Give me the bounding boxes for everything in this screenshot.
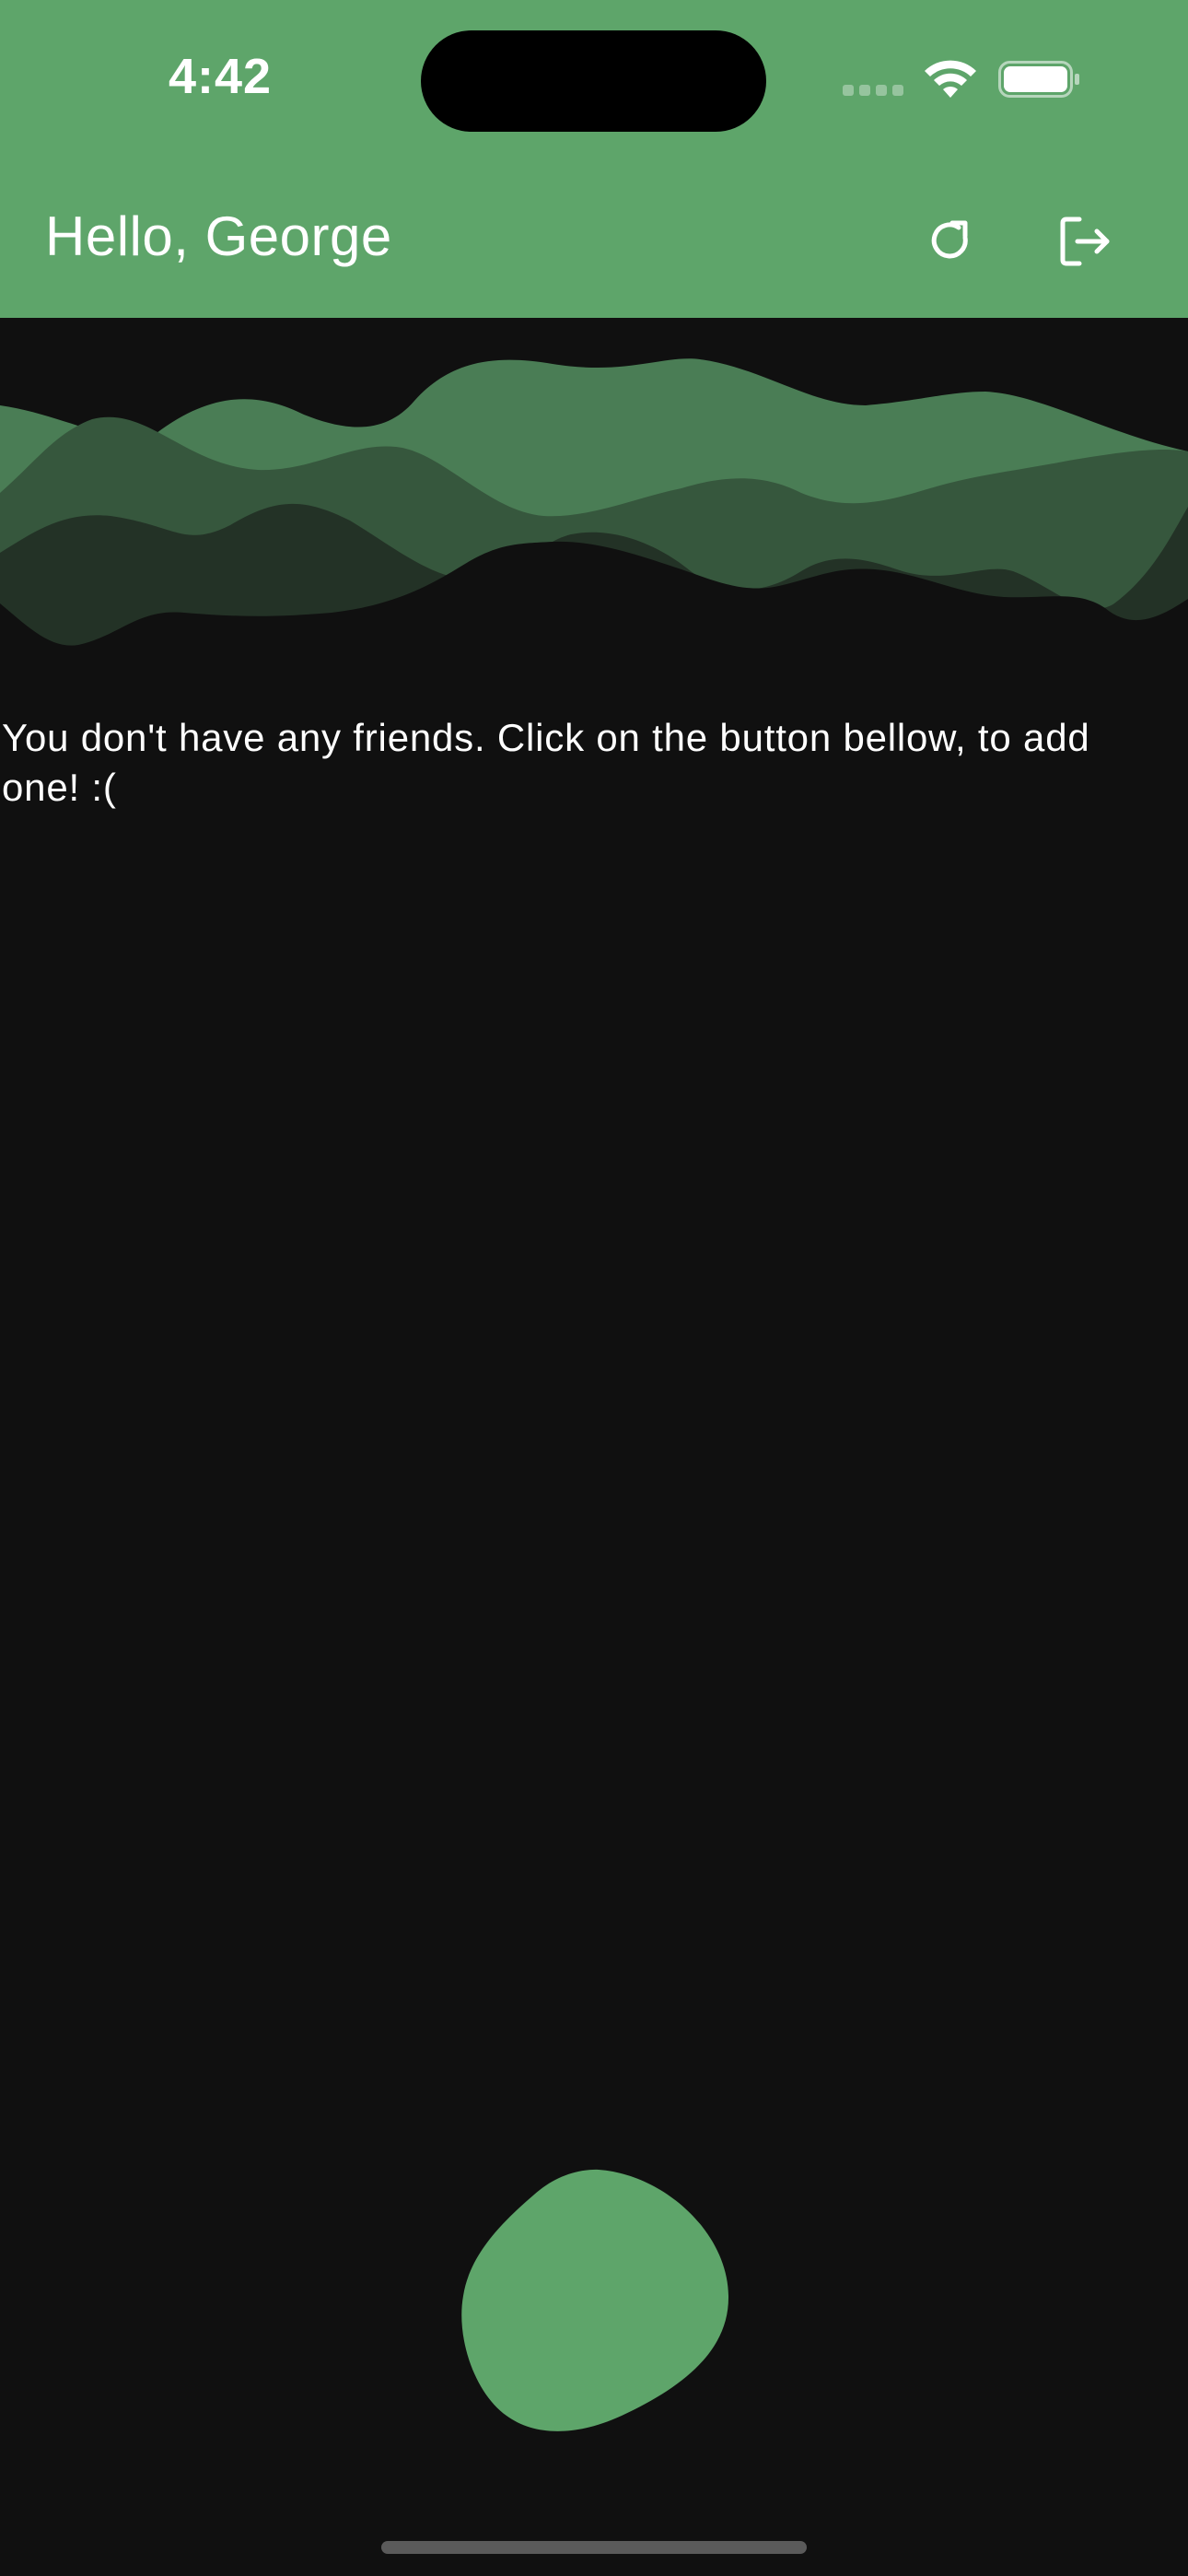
home-indicator[interactable] <box>381 2541 807 2554</box>
battery-icon <box>998 61 1079 98</box>
empty-friends-message: You don't have any friends. Click on the… <box>2 716 1090 809</box>
greeting-title: Hello, George <box>45 205 392 267</box>
refresh-icon <box>931 220 968 259</box>
cellular-signal-icon <box>843 85 907 100</box>
wave-decoration <box>0 358 1188 673</box>
add-friend-button[interactable] <box>456 2167 732 2434</box>
logout-icon <box>1060 217 1110 266</box>
app-screen: 4:42 Hello, George You don't have any fr… <box>0 0 1188 2576</box>
refresh-button[interactable] <box>912 203 989 280</box>
wifi-icon <box>925 60 976 98</box>
logout-button[interactable] <box>1046 203 1124 280</box>
status-time: 4:42 <box>169 49 273 104</box>
dynamic-island <box>421 30 766 132</box>
status-bar: 4:42 <box>0 0 1188 157</box>
